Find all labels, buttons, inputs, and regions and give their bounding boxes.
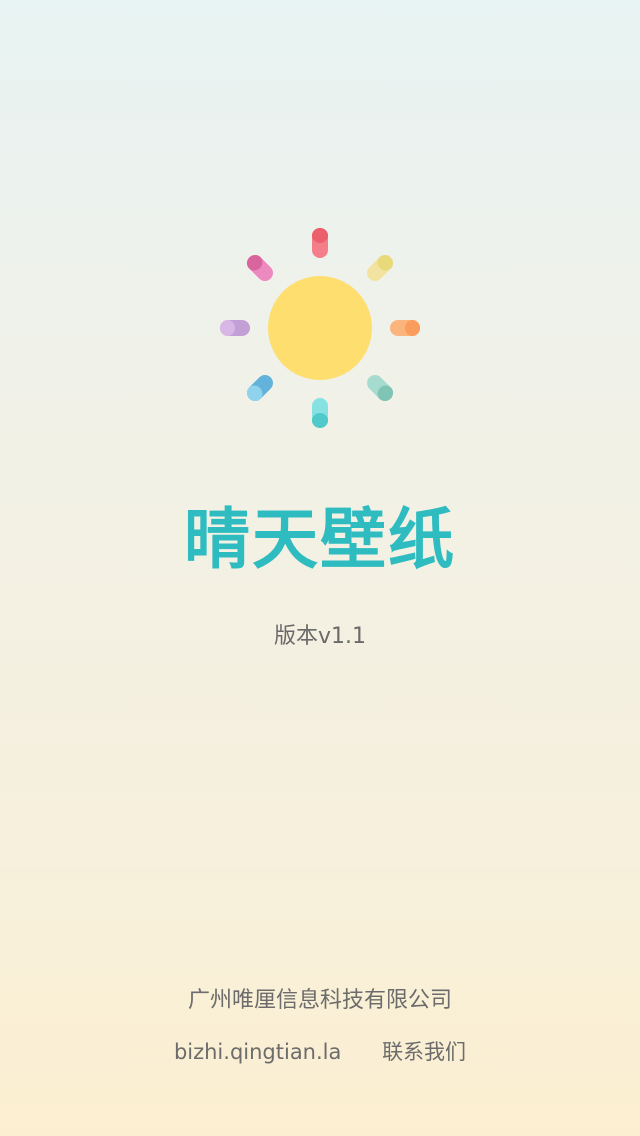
ray-bottom-right <box>367 375 394 402</box>
splash-screen: 晴天壁纸 版本v1.1 广州唯厘信息科技有限公司 bizhi.qingtian.… <box>0 0 640 1136</box>
footer-links: bizhi.qingtian.la 联系我们 <box>0 1036 640 1066</box>
website-link[interactable]: bizhi.qingtian.la <box>174 1040 341 1064</box>
version-label: 版本v1.1 <box>273 624 366 649</box>
sun-logo-icon <box>220 228 420 428</box>
ray-bottom-left <box>246 375 273 402</box>
ray-top-left <box>246 254 273 281</box>
sun-core <box>268 276 372 380</box>
ray-right <box>390 320 420 336</box>
contact-us-link[interactable]: 联系我们 <box>382 1036 466 1066</box>
ray-bottom <box>312 398 328 428</box>
ray-top <box>312 228 328 258</box>
app-title: 晴天壁纸 <box>184 501 456 578</box>
ray-top-right <box>367 254 394 281</box>
ray-left <box>220 320 250 336</box>
company-name: 广州唯厘信息科技有限公司 <box>187 988 452 1013</box>
